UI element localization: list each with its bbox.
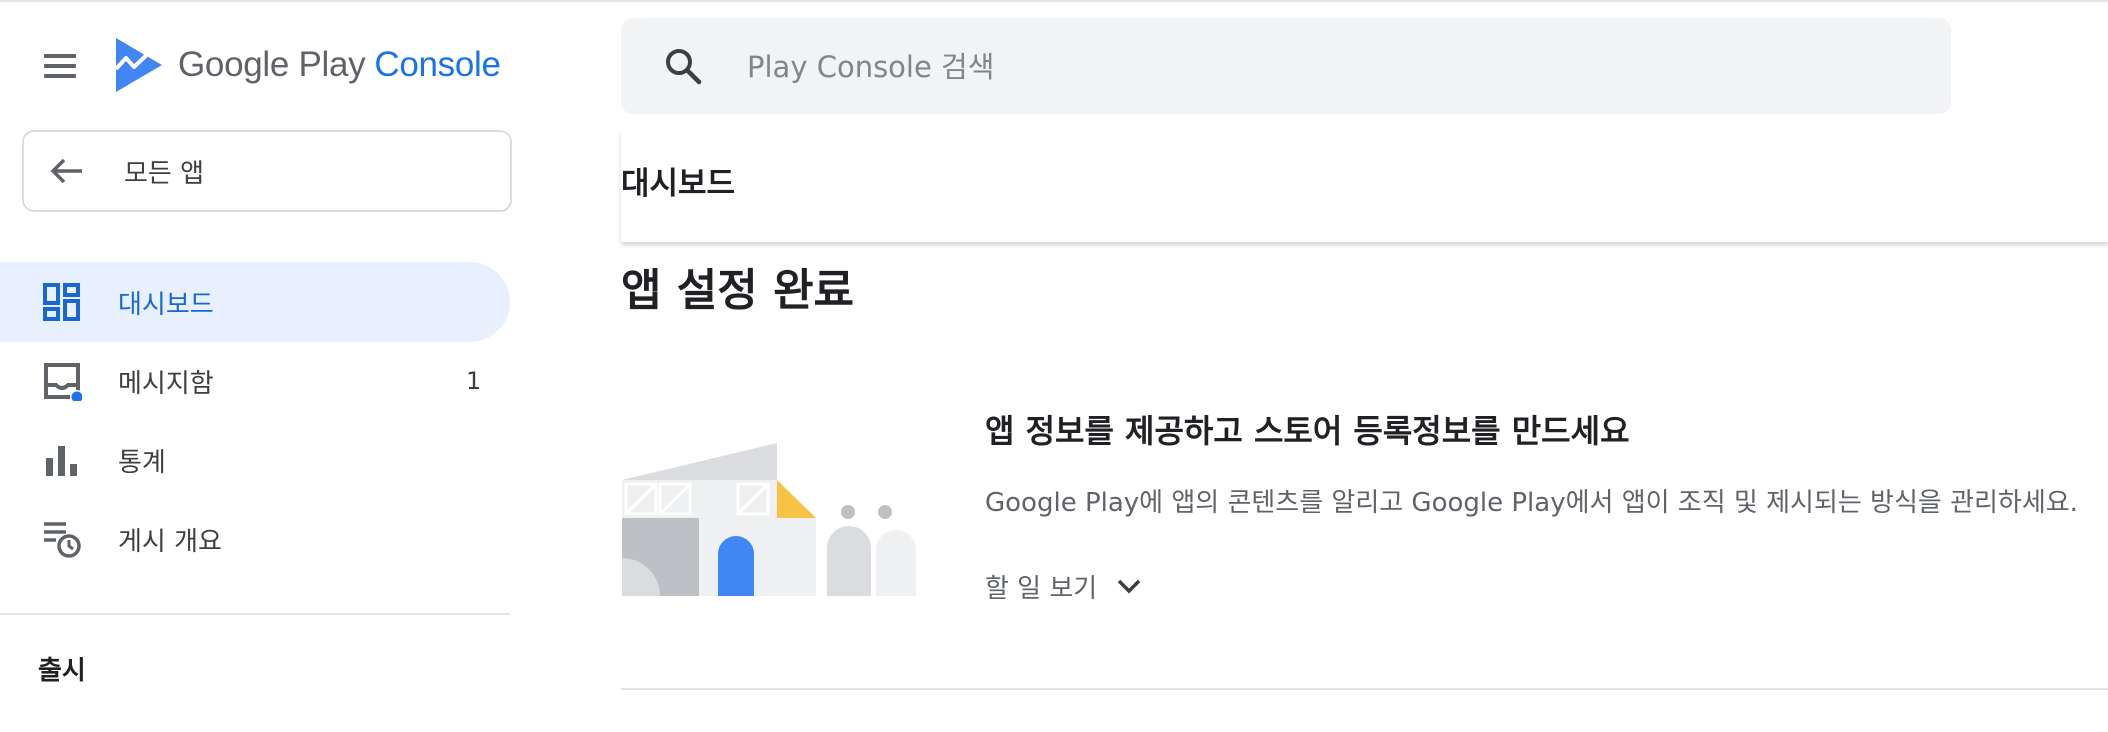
logo-google-play: Google Play — [178, 45, 366, 84]
task-title: 앱 정보를 제공하고 스토어 등록정보를 만드세요 — [985, 412, 1630, 450]
building-illustration — [622, 443, 916, 596]
sidebar-divider — [0, 613, 510, 615]
sidebar-item-publishing-overview[interactable]: 게시 개요 — [0, 499, 510, 579]
chevron-down-icon — [1117, 579, 1141, 594]
sidebar: Google Play Console 모든 앱 대시보드 메시지함 1 통계 … — [0, 0, 512, 732]
page-title: 대시보드 — [621, 166, 736, 202]
view-tasks-label: 할 일 보기 — [985, 573, 1098, 604]
logo-text: Google Play Console — [178, 45, 501, 85]
search-input[interactable] — [745, 40, 1909, 94]
page-header: 대시보드 — [621, 130, 2108, 242]
logo-console: Console — [374, 45, 501, 84]
sidebar-item-label: 메시지함 — [118, 368, 214, 399]
sidebar-item-label: 대시보드 — [118, 289, 214, 320]
all-apps-label: 모든 앱 — [124, 158, 205, 189]
hamburger-menu-icon[interactable] — [40, 50, 80, 82]
task-description: Google Play에 앱의 콘텐츠를 알리고 Google Play에서 앱… — [985, 488, 2078, 518]
content-divider — [621, 688, 2108, 690]
inbox-count-badge: 1 — [466, 367, 482, 395]
publishing-overview-icon — [44, 522, 81, 558]
sidebar-item-label: 게시 개요 — [118, 526, 222, 557]
sidebar-item-dashboard[interactable]: 대시보드 — [0, 262, 510, 342]
arrow-back-icon — [50, 158, 82, 184]
google-play-console-logo — [114, 38, 162, 92]
app-logo[interactable]: Google Play Console — [112, 36, 501, 94]
view-tasks-button[interactable]: 할 일 보기 — [985, 566, 1143, 606]
search-icon[interactable] — [663, 46, 703, 86]
dashboard-icon — [43, 283, 80, 321]
section-title: 앱 설정 완료 — [621, 265, 855, 316]
search-bar[interactable] — [621, 18, 1951, 114]
all-apps-button[interactable]: 모든 앱 — [22, 130, 512, 212]
sidebar-item-label: 통계 — [118, 447, 166, 478]
sidebar-section-release: 출시 — [38, 656, 86, 686]
inbox-icon — [44, 363, 82, 401]
sidebar-item-inbox[interactable]: 메시지함 1 — [0, 341, 510, 421]
bar-chart-icon — [46, 446, 77, 476]
sidebar-item-statistics[interactable]: 통계 — [0, 420, 510, 500]
